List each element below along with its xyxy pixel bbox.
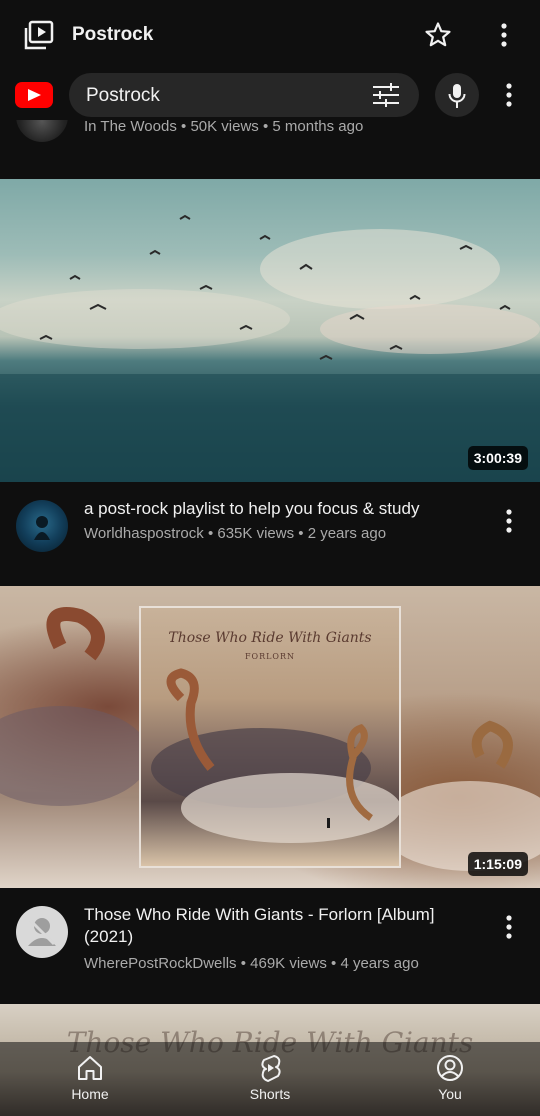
- nav-shorts[interactable]: Shorts: [220, 1042, 320, 1116]
- bottom-navigation: Home Shorts You: [0, 1042, 540, 1116]
- channel-avatar[interactable]: [16, 500, 68, 552]
- youtube-logo[interactable]: [15, 82, 53, 108]
- channel-name: WherePostRockDwells: [84, 955, 237, 972]
- upload-age: 5 months ago: [272, 120, 364, 135]
- video-metadata: In The Woods • 50K views • 5 months ago: [84, 120, 364, 135]
- more-vert-icon[interactable]: [497, 914, 521, 940]
- filter-icon[interactable]: [372, 83, 400, 107]
- video-duration: 1:15:09: [467, 852, 528, 876]
- avatar-image: [34, 516, 50, 540]
- nav-home[interactable]: Home: [40, 1042, 140, 1116]
- channel-name: In The Woods: [84, 120, 177, 135]
- list-item[interactable]: Those Who Ride With Giants - Forlorn [Al…: [0, 894, 540, 994]
- more-vert-icon[interactable]: [492, 22, 516, 48]
- upload-age: 2 years ago: [307, 525, 387, 542]
- view-count: 469K views: [250, 955, 327, 972]
- more-vert-icon[interactable]: [497, 508, 521, 534]
- page-title: Postrock: [72, 24, 154, 45]
- view-count: 635K views: [217, 525, 295, 542]
- more-vert-icon[interactable]: [497, 82, 521, 108]
- mic-icon: [448, 84, 466, 108]
- voice-search-button[interactable]: [435, 73, 479, 117]
- video-thumbnail[interactable]: 3:00:39: [0, 179, 540, 482]
- video-title[interactable]: a post-rock playlist to help you focus &…: [84, 498, 484, 520]
- video-metadata: WherePostRockDwells • 469K views • 4 yea…: [84, 955, 419, 972]
- app-header: Postrock: [0, 0, 540, 70]
- nav-you[interactable]: You: [400, 1042, 500, 1116]
- channel-avatar[interactable]: [16, 120, 68, 142]
- artwork-image: [151, 668, 399, 843]
- video-duration: 3:00:39: [467, 446, 528, 470]
- default-avatar-icon: [28, 918, 56, 946]
- home-icon: [78, 1056, 102, 1080]
- video-thumbnail[interactable]: Those Who Ride With Giants FORLORN 1:15:…: [0, 586, 540, 888]
- account-icon: [437, 1055, 463, 1081]
- channel-name: Worldhaspostrock: [84, 525, 204, 542]
- upload-age: 4 years ago: [340, 955, 419, 972]
- thumbnail-image: [0, 214, 540, 482]
- nav-you-label: You: [438, 1086, 462, 1102]
- video-title[interactable]: Those Who Ride With Giants - Forlorn [Al…: [84, 904, 484, 948]
- list-item[interactable]: In The Woods • 50K views • 5 months ago: [0, 120, 540, 160]
- shorts-icon: [261, 1055, 281, 1082]
- list-item[interactable]: a post-rock playlist to help you focus &…: [0, 488, 540, 568]
- search-field[interactable]: [69, 73, 419, 117]
- album-artwork: Those Who Ride With Giants FORLORN: [139, 606, 401, 868]
- playlist-icon: [24, 20, 54, 50]
- nav-shorts-label: Shorts: [249, 1086, 291, 1102]
- search-bar: [0, 70, 540, 120]
- search-input[interactable]: [86, 85, 356, 107]
- channel-avatar[interactable]: [16, 906, 68, 958]
- star-icon[interactable]: [424, 21, 452, 49]
- nav-home-label: Home: [71, 1086, 109, 1102]
- video-metadata: Worldhaspostrock • 635K views • 2 years …: [84, 525, 387, 542]
- view-count: 50K views: [190, 120, 259, 135]
